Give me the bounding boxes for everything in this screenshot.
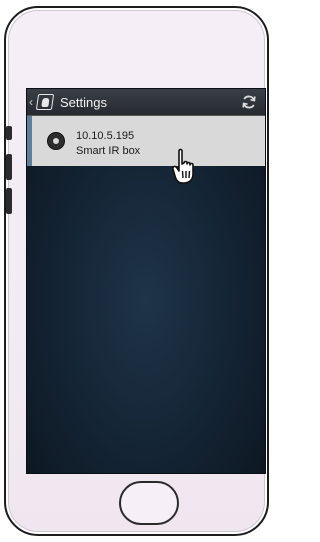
- mute-switch: [6, 126, 12, 140]
- device-ip: 10.10.5.195: [76, 130, 135, 142]
- device-name: Smart IR box: [76, 145, 141, 157]
- hand-pointer-icon: [172, 148, 194, 184]
- volume-down-button: [6, 188, 12, 214]
- app-screen: ‹ Settings 10.10.5.195 Smart IR box: [26, 88, 266, 474]
- radio-selected-icon[interactable]: [47, 132, 65, 150]
- page-title: Settings: [60, 94, 107, 110]
- app-device-icon[interactable]: [35, 94, 55, 110]
- action-bar: ‹ Settings: [27, 89, 265, 116]
- back-caret[interactable]: ‹: [29, 95, 35, 109]
- phone-frame: ‹ Settings 10.10.5.195 Smart IR box: [4, 6, 269, 536]
- home-button[interactable]: [119, 481, 179, 525]
- volume-up-button: [6, 154, 12, 180]
- device-list-item[interactable]: 10.10.5.195 Smart IR box: [27, 116, 265, 166]
- refresh-icon[interactable]: [241, 94, 257, 110]
